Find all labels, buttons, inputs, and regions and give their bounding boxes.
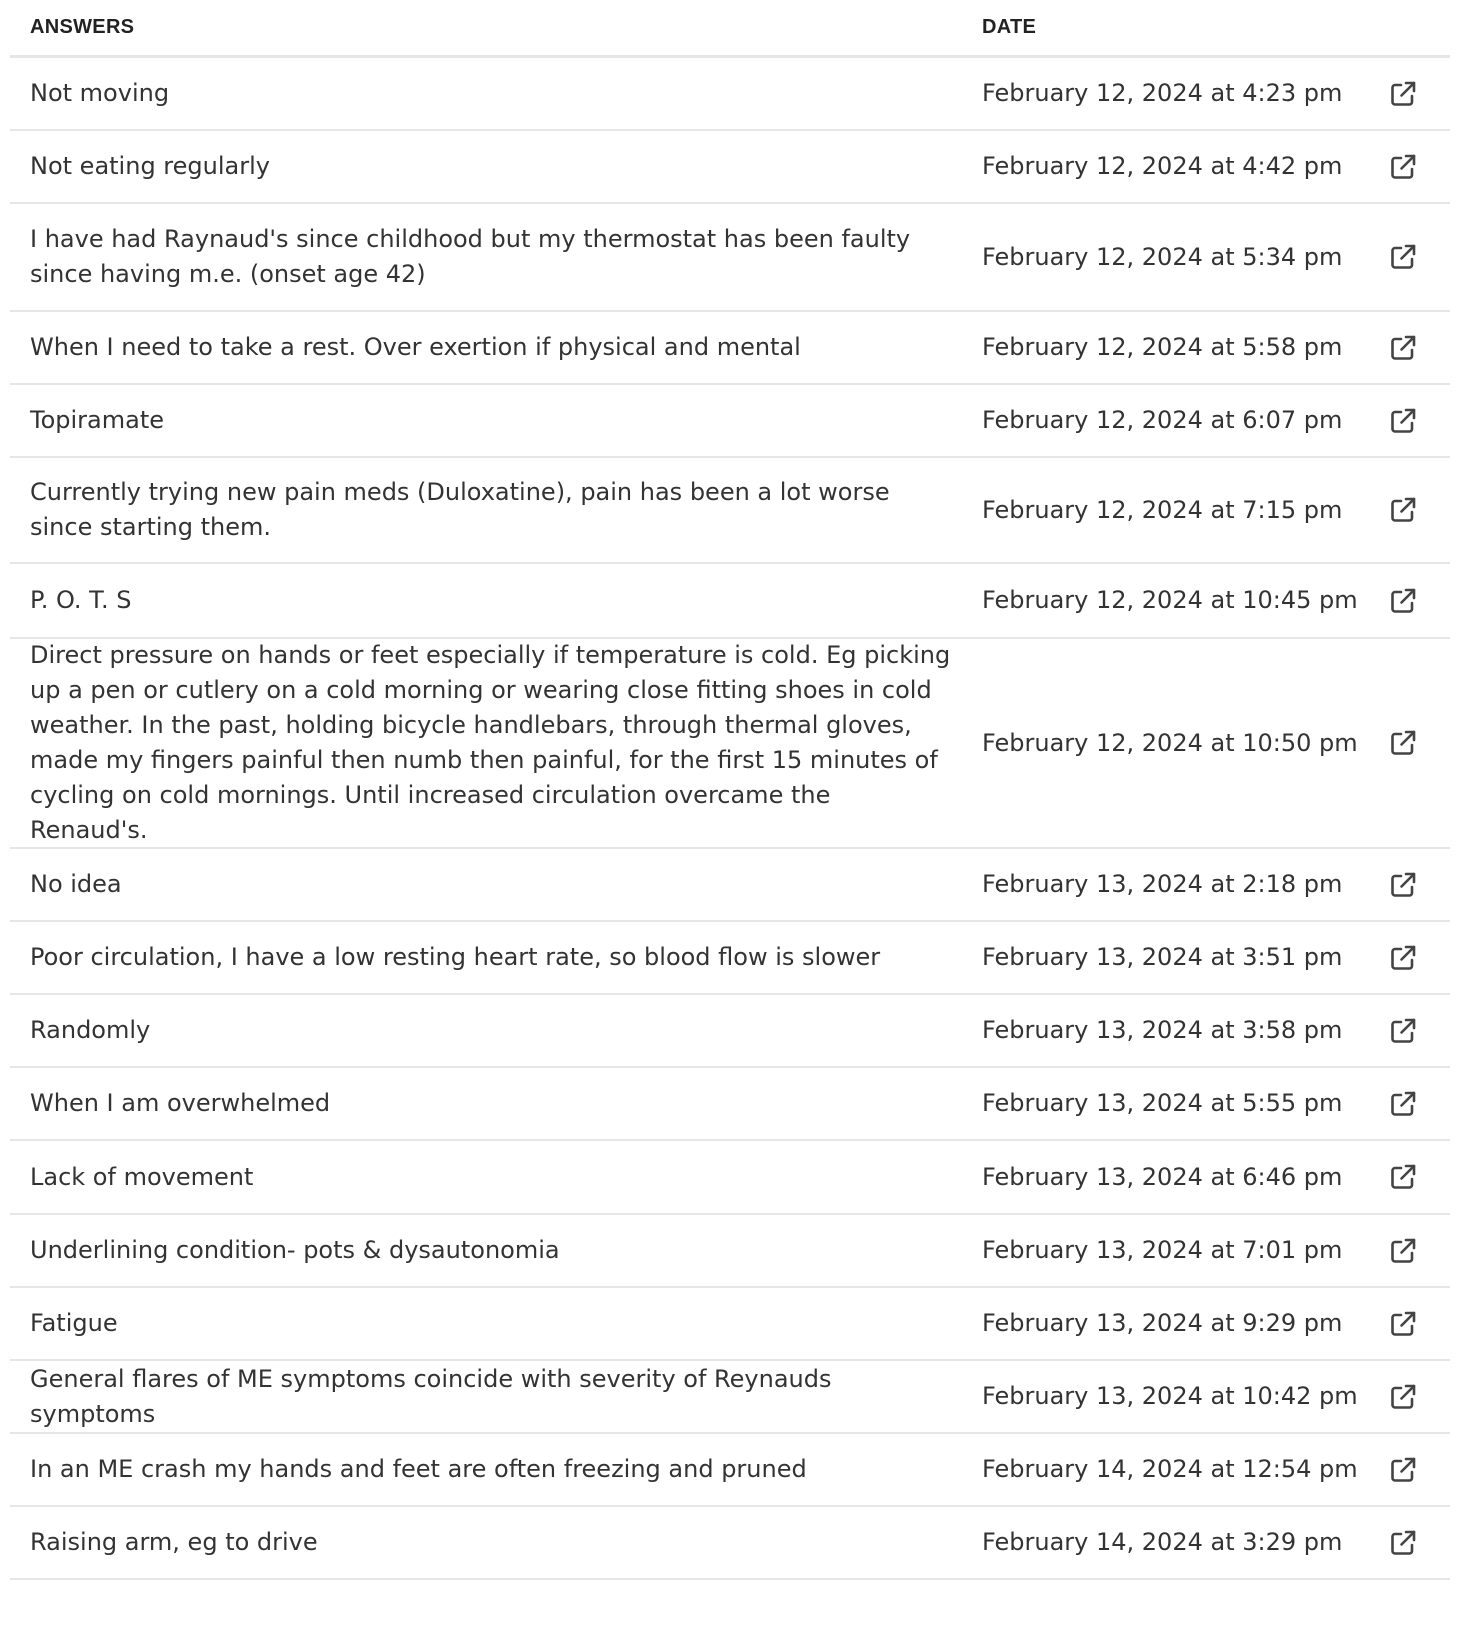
answer-cell: I have had Raynaud's since childhood but…	[30, 225, 911, 288]
answer-cell: Not moving	[30, 79, 170, 107]
answer-cell: In an ME crash my hands and feet are oft…	[30, 1455, 807, 1483]
answer-cell: P. O. T. S	[30, 586, 132, 614]
answer-cell: Raising arm, eg to drive	[30, 1528, 318, 1556]
date-cell: February 12, 2024 at 6:07 pm	[982, 406, 1343, 434]
table-row: Randomly February 13, 2024 at 3:58 pm	[10, 995, 1450, 1068]
table-row: When I am overwhelmed February 13, 2024 a…	[10, 1068, 1450, 1141]
date-cell: February 13, 2024 at 7:01 pm	[982, 1236, 1343, 1264]
date-cell: February 13, 2024 at 10:42 pm	[982, 1382, 1358, 1410]
table-body: Not moving February 12, 2024 at 4:23 pm No…	[10, 58, 1450, 1580]
table-row: Direct pressure on hands or feet especia…	[10, 639, 1450, 849]
table-row: Topiramate February 12, 2024 at 6:07 pm	[10, 385, 1450, 458]
action-cell	[1384, 1162, 1450, 1192]
external-link-icon[interactable]	[1388, 1382, 1418, 1412]
table-header: ANSWERS DATE	[10, 0, 1450, 58]
table-row: Not eating regularly February 12, 2024 at…	[10, 131, 1450, 204]
answer-cell: Topiramate	[30, 406, 165, 434]
answer-cell: General flares of ME symptoms coincide w…	[30, 1364, 832, 1428]
table-row: General flares of ME symptoms coincide w…	[10, 1361, 1450, 1434]
external-link-icon[interactable]	[1388, 495, 1418, 525]
action-cell	[1384, 870, 1450, 900]
answers-column-header: ANSWERS	[30, 16, 135, 38]
external-link-icon[interactable]	[1388, 1016, 1418, 1046]
date-cell: February 14, 2024 at 3:29 pm	[982, 1528, 1343, 1556]
action-cell	[1384, 79, 1450, 109]
table-row: No idea February 13, 2024 at 2:18 pm	[10, 849, 1450, 922]
action-cell	[1384, 943, 1450, 973]
answer-cell: Poor circulation, I have a low resting h…	[30, 943, 881, 971]
action-cell	[1384, 1089, 1450, 1119]
table-row: P. O. T. S February 12, 2024 at 10:45 pm	[10, 564, 1450, 639]
date-cell: February 12, 2024 at 10:45 pm	[982, 586, 1358, 614]
date-cell: February 12, 2024 at 5:34 pm	[982, 242, 1343, 271]
external-link-icon[interactable]	[1388, 1309, 1418, 1339]
date-column-header: DATE	[982, 16, 1037, 38]
action-cell	[1384, 333, 1450, 363]
date-cell: February 12, 2024 at 4:23 pm	[982, 79, 1343, 107]
action-cell	[1384, 1455, 1450, 1485]
answer-cell: When I am overwhelmed	[30, 1089, 331, 1117]
action-cell	[1384, 152, 1450, 182]
external-link-icon[interactable]	[1388, 943, 1418, 973]
answer-cell: Direct pressure on hands or feet especia…	[30, 641, 951, 844]
action-cell	[1384, 242, 1450, 272]
external-link-icon[interactable]	[1388, 242, 1418, 272]
external-link-icon[interactable]	[1388, 79, 1418, 109]
action-cell	[1384, 586, 1450, 616]
answer-cell: Not eating regularly	[30, 152, 270, 180]
table-row: Not moving February 12, 2024 at 4:23 pm	[10, 58, 1450, 131]
table-row: In an ME crash my hands and feet are oft…	[10, 1434, 1450, 1507]
date-cell: February 12, 2024 at 10:50 pm	[982, 728, 1358, 757]
external-link-icon[interactable]	[1388, 1236, 1418, 1266]
action-cell	[1384, 728, 1450, 758]
answer-cell: Randomly	[30, 1016, 151, 1044]
answer-cell: No idea	[30, 870, 122, 898]
date-cell: February 12, 2024 at 5:58 pm	[982, 333, 1343, 361]
table-row: Underlining condition- pots & dysautonom…	[10, 1215, 1450, 1288]
date-cell: February 12, 2024 at 4:42 pm	[982, 152, 1343, 180]
external-link-icon[interactable]	[1388, 870, 1418, 900]
action-cell	[1384, 1309, 1450, 1339]
answers-table: ANSWERS DATE Not moving February 12, 2024…	[10, 0, 1450, 1580]
date-cell: February 13, 2024 at 6:46 pm	[982, 1162, 1343, 1191]
action-cell	[1384, 1016, 1450, 1046]
external-link-icon[interactable]	[1388, 1455, 1418, 1485]
date-cell: February 13, 2024 at 2:18 pm	[982, 870, 1343, 898]
table-row: Raising arm, eg to drive February 14, 202…	[10, 1507, 1450, 1580]
table-row: Fatigue February 13, 2024 at 9:29 pm	[10, 1288, 1450, 1361]
action-cell	[1384, 1236, 1450, 1266]
date-cell: February 13, 2024 at 5:55 pm	[982, 1089, 1343, 1117]
external-link-icon[interactable]	[1388, 333, 1418, 363]
answer-cell: Currently trying new pain meds (Duloxati…	[30, 478, 890, 541]
action-cell	[1384, 495, 1450, 525]
answer-cell: When I need to take a rest. Over exertio…	[30, 333, 801, 361]
external-link-icon[interactable]	[1388, 152, 1418, 182]
external-link-icon[interactable]	[1388, 586, 1418, 616]
date-cell: February 13, 2024 at 3:51 pm	[982, 943, 1343, 971]
date-cell: February 12, 2024 at 7:15 pm	[982, 495, 1343, 524]
action-cell	[1384, 1382, 1450, 1412]
table-row: Currently trying new pain meds (Duloxati…	[10, 458, 1450, 564]
table-row: When I need to take a rest. Over exertio…	[10, 312, 1450, 385]
table-row: Poor circulation, I have a low resting h…	[10, 922, 1450, 995]
external-link-icon[interactable]	[1388, 1162, 1418, 1192]
answer-cell: Underlining condition- pots & dysautonom…	[30, 1236, 560, 1264]
table-row: I have had Raynaud's since childhood but…	[10, 204, 1450, 312]
action-cell	[1384, 1528, 1450, 1558]
answer-cell: Lack of movement	[30, 1162, 254, 1191]
date-cell: February 13, 2024 at 9:29 pm	[982, 1309, 1343, 1337]
external-link-icon[interactable]	[1388, 406, 1418, 436]
date-cell: February 14, 2024 at 12:54 pm	[982, 1455, 1358, 1483]
table-row: Lack of movement February 13, 2024 at 6:4…	[10, 1141, 1450, 1215]
external-link-icon[interactable]	[1388, 1089, 1418, 1119]
answer-cell: Fatigue	[30, 1309, 118, 1337]
external-link-icon[interactable]	[1388, 1528, 1418, 1558]
date-cell: February 13, 2024 at 3:58 pm	[982, 1016, 1343, 1044]
external-link-icon[interactable]	[1388, 728, 1418, 758]
action-cell	[1384, 406, 1450, 436]
